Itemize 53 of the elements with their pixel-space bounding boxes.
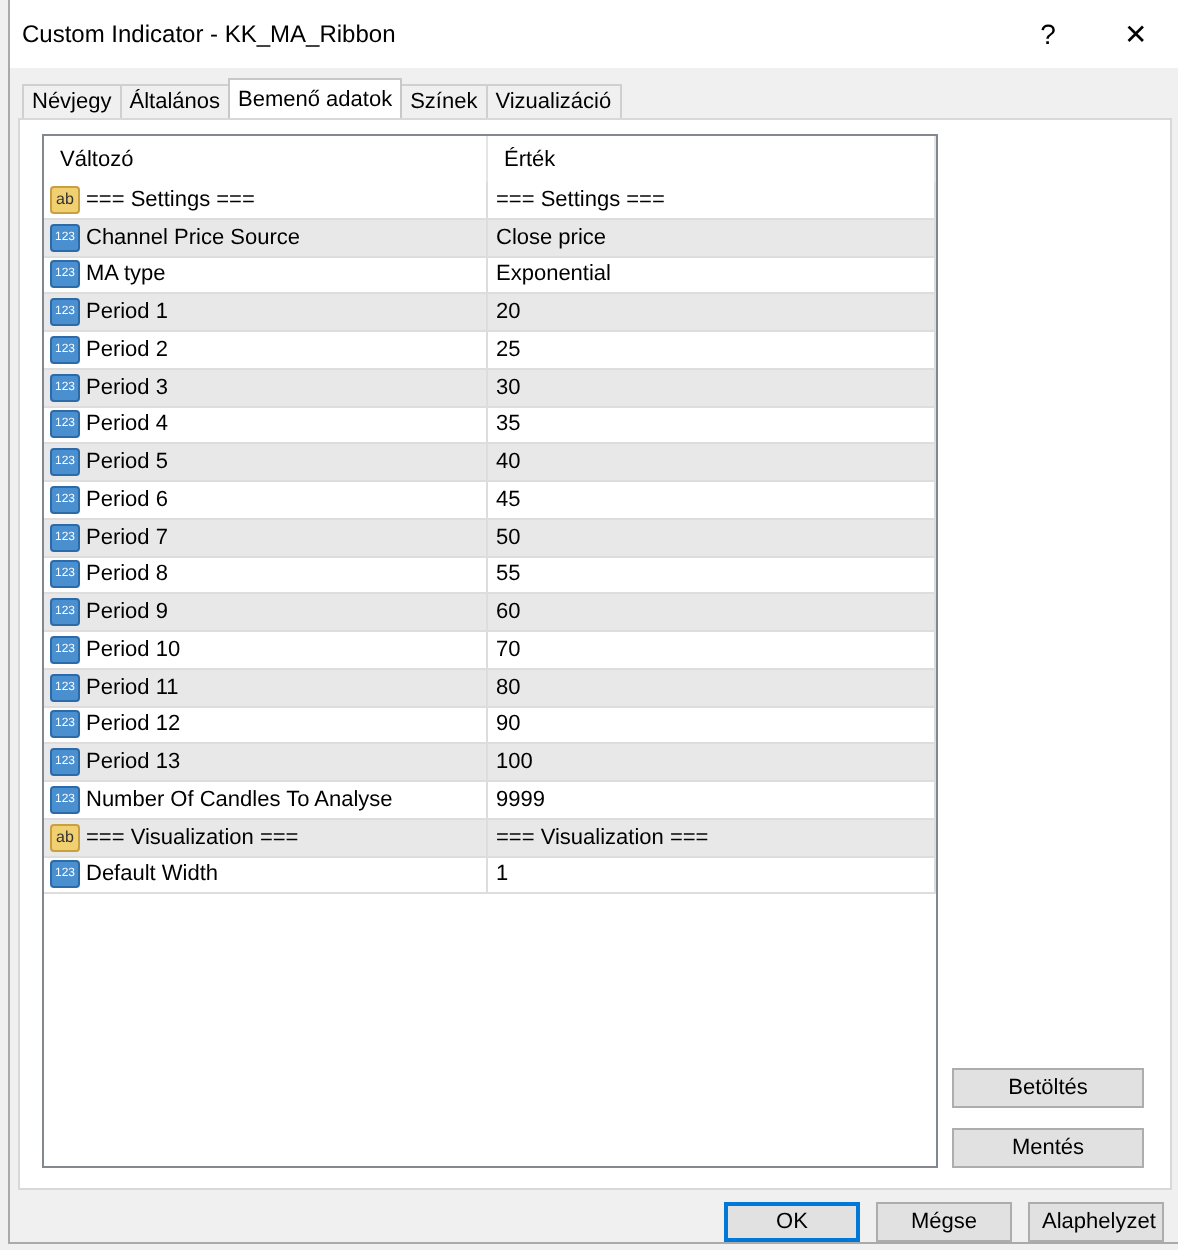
parameter-value[interactable]: === Settings === bbox=[488, 182, 936, 218]
parameter-value[interactable]: 40 bbox=[488, 444, 936, 480]
window-title: Custom Indicator - KK_MA_Ribbon bbox=[22, 20, 398, 48]
parameter-value[interactable]: 50 bbox=[488, 519, 936, 555]
parameter-name: Period 8 bbox=[86, 562, 168, 587]
close-button[interactable]: ✕ bbox=[1092, 0, 1178, 68]
parameter-name: Channel Price Source bbox=[86, 225, 301, 250]
parameter-value[interactable]: Exponential bbox=[488, 257, 936, 293]
tab[interactable]: Bemenő adatok bbox=[228, 78, 403, 118]
dialog-button[interactable]: Alaphelyzet bbox=[1028, 1202, 1164, 1242]
parameter-value[interactable]: 55 bbox=[488, 557, 936, 593]
column-header[interactable]: Érték bbox=[488, 136, 936, 182]
parameter-name: Period 1 bbox=[86, 300, 168, 325]
parameter-name: === Settings === bbox=[86, 187, 255, 212]
parameter-value[interactable]: 100 bbox=[488, 744, 936, 780]
parameter-name: MA type bbox=[86, 262, 166, 287]
parameter-value[interactable]: 60 bbox=[488, 594, 936, 630]
action-button[interactable]: Betöltés bbox=[952, 1068, 1144, 1108]
parameter-name: Period 3 bbox=[86, 375, 168, 400]
parameter-name: Period 10 bbox=[86, 637, 181, 662]
tab[interactable]: Vizualizáció bbox=[485, 84, 622, 118]
dialog-button[interactable]: OK bbox=[724, 1202, 860, 1242]
parameter-value[interactable]: 30 bbox=[488, 369, 936, 405]
help-button[interactable]: ? bbox=[1004, 0, 1092, 68]
parameter-value[interactable]: 1 bbox=[488, 857, 936, 893]
parameter-name: === Visualization === bbox=[86, 825, 299, 850]
parameter-value[interactable]: Close price bbox=[488, 219, 936, 255]
parameter-value[interactable]: 9999 bbox=[488, 782, 936, 818]
parameter-name: Period 11 bbox=[86, 675, 179, 700]
parameter-value[interactable]: 20 bbox=[488, 294, 936, 330]
parameter-name: Period 13 bbox=[86, 750, 181, 775]
parameter-name: Default Width bbox=[86, 862, 219, 887]
parameter-value[interactable]: 80 bbox=[488, 669, 936, 705]
tab[interactable]: Névjegy bbox=[22, 84, 122, 118]
action-button[interactable]: Mentés bbox=[952, 1128, 1144, 1168]
parameter-name: Period 7 bbox=[86, 525, 168, 550]
parameter-name: Period 5 bbox=[86, 450, 168, 475]
parameter-name: Number Of Candles To Analyse bbox=[86, 787, 393, 812]
parameter-name: Period 12 bbox=[86, 712, 181, 737]
text-type-icon: ab bbox=[50, 823, 80, 852]
column-header[interactable]: Változó bbox=[44, 136, 488, 182]
parameter-name: Period 4 bbox=[86, 412, 168, 437]
dialog-button[interactable]: Mégse bbox=[876, 1202, 1012, 1242]
parameter-value[interactable]: 90 bbox=[488, 707, 936, 743]
text-type-icon: ab bbox=[50, 185, 80, 214]
parameter-value[interactable]: 45 bbox=[488, 482, 936, 518]
parameter-value[interactable]: 35 bbox=[488, 407, 936, 443]
parameter-name: Period 9 bbox=[86, 600, 168, 625]
parameter-name: Period 2 bbox=[86, 337, 168, 362]
parameter-value[interactable]: 70 bbox=[488, 632, 936, 668]
parameter-name: Period 6 bbox=[86, 487, 168, 512]
parameter-value[interactable]: === Visualization === bbox=[488, 819, 936, 855]
parameter-value[interactable]: 25 bbox=[488, 332, 936, 368]
